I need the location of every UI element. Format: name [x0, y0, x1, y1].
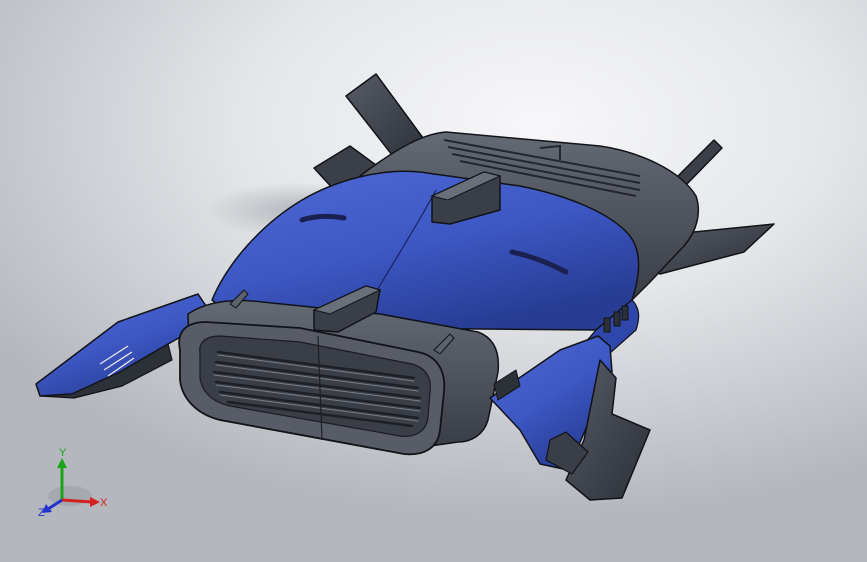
triad-svg: Y X Z: [38, 447, 108, 519]
graphics-viewport[interactable]: Y X Z: [0, 0, 867, 562]
y-axis-arrowhead: [57, 458, 67, 468]
z-axis-label: Z: [38, 507, 45, 519]
x-axis-arrowhead: [90, 497, 100, 507]
3d-model-view[interactable]: [0, 0, 867, 562]
orientation-triad: Y X Z: [34, 440, 114, 520]
y-axis-label: Y: [59, 447, 67, 459]
x-axis: [61, 498, 93, 504]
x-axis-label: X: [100, 497, 108, 509]
